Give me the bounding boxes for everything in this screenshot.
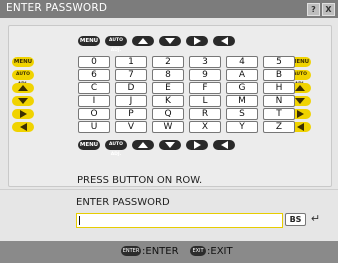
up-arrow-icon <box>138 37 148 44</box>
up-arrow-icon <box>138 141 148 148</box>
key-y[interactable]: Y <box>226 121 258 133</box>
help-button[interactable]: ? <box>307 3 320 16</box>
row-3-left-down[interactable] <box>12 96 34 106</box>
key-k[interactable]: K <box>152 95 184 107</box>
key-i[interactable]: I <box>78 95 110 107</box>
key-6[interactable]: 6 <box>78 69 110 81</box>
key-3[interactable]: 3 <box>189 56 221 68</box>
key-z[interactable]: Z <box>263 121 295 133</box>
key-a[interactable]: A <box>226 69 258 81</box>
left-arrow-icon <box>220 140 228 149</box>
title-bar: ENTER PASSWORD ? X <box>0 0 338 18</box>
key-s[interactable]: S <box>226 108 258 120</box>
key-j[interactable]: J <box>115 95 147 107</box>
down-arrow-icon <box>165 141 175 148</box>
exit-button-badge: EXIT <box>190 246 206 256</box>
right-arrow-icon <box>193 36 201 45</box>
key-x[interactable]: X <box>189 121 221 133</box>
right-arrow-icon <box>193 140 201 149</box>
key-9[interactable]: 9 <box>189 69 221 81</box>
right-button-top[interactable] <box>186 36 208 46</box>
row-5-left-left[interactable] <box>12 122 34 132</box>
enter-hint: :ENTER <box>142 246 179 257</box>
left-button-top[interactable] <box>213 36 235 46</box>
row-2-left-up[interactable] <box>12 83 34 93</box>
window-title: ENTER PASSWORD <box>6 2 108 14</box>
up-button-top[interactable] <box>132 36 154 46</box>
password-window: ENTER PASSWORD ? X MENU AUTO ADJ. MENU A… <box>0 0 338 263</box>
key-8[interactable]: 8 <box>152 69 184 81</box>
key-m[interactable]: M <box>226 95 258 107</box>
right-arrow-icon <box>19 109 27 118</box>
key-c[interactable]: C <box>78 82 110 94</box>
up-button-bottom[interactable] <box>132 140 154 150</box>
key-h[interactable]: H <box>263 82 295 94</box>
down-arrow-icon <box>295 97 305 104</box>
backspace-button[interactable]: BS <box>285 213 306 226</box>
right-arrow-icon <box>296 109 304 118</box>
key-d[interactable]: D <box>115 82 147 94</box>
down-button-top[interactable] <box>159 36 181 46</box>
row-4-left-right[interactable] <box>12 109 34 119</box>
autoadj-button-bottom[interactable]: AUTO ADJ. <box>105 140 127 157</box>
autoadj-button-top[interactable]: AUTO ADJ. <box>105 36 127 53</box>
up-arrow-icon <box>295 84 305 91</box>
key-t[interactable]: T <box>263 108 295 120</box>
key-5[interactable]: 5 <box>263 56 295 68</box>
down-arrow-icon <box>165 37 175 44</box>
password-input[interactable] <box>76 213 283 228</box>
key-e[interactable]: E <box>152 82 184 94</box>
instruction-message: PRESS BUTTON ON ROW. <box>77 175 203 186</box>
key-1[interactable]: 1 <box>115 56 147 68</box>
key-7[interactable]: 7 <box>115 69 147 81</box>
key-p[interactable]: P <box>115 108 147 120</box>
key-0[interactable]: 0 <box>78 56 110 68</box>
key-v[interactable]: V <box>115 121 147 133</box>
up-arrow-icon <box>18 84 28 91</box>
key-f[interactable]: F <box>189 82 221 94</box>
key-w[interactable]: W <box>152 121 184 133</box>
divider <box>0 189 338 190</box>
left-arrow-icon <box>220 36 228 45</box>
key-g[interactable]: G <box>226 82 258 94</box>
footer-bar: ENTER :ENTER EXIT :EXIT <box>0 241 338 263</box>
row-0-left-menu[interactable]: MENU <box>12 57 34 67</box>
exit-hint: :EXIT <box>207 246 233 257</box>
enter-button-badge: ENTER <box>121 246 141 256</box>
down-arrow-icon <box>18 97 28 104</box>
left-arrow-icon <box>296 122 304 131</box>
left-button-bottom[interactable] <box>213 140 235 150</box>
down-button-bottom[interactable] <box>159 140 181 150</box>
key-4[interactable]: 4 <box>226 56 258 68</box>
left-arrow-icon <box>19 122 27 131</box>
key-u[interactable]: U <box>78 121 110 133</box>
close-button[interactable]: X <box>322 3 335 16</box>
key-q[interactable]: Q <box>152 108 184 120</box>
row-1-left-autoadj[interactable]: AUTO ADJ. <box>12 70 34 87</box>
key-2[interactable]: 2 <box>152 56 184 68</box>
key-l[interactable]: L <box>189 95 221 107</box>
key-r[interactable]: R <box>189 108 221 120</box>
enter-return-icon[interactable]: ↵ <box>309 213 322 224</box>
menu-button-top[interactable]: MENU <box>78 36 100 46</box>
menu-button-bottom[interactable]: MENU <box>78 140 100 150</box>
key-o[interactable]: O <box>78 108 110 120</box>
keypad-panel: MENU AUTO ADJ. MENU AUTO ADJ. MENU AUTO … <box>8 25 332 187</box>
key-n[interactable]: N <box>263 95 295 107</box>
text-cursor <box>79 216 80 225</box>
right-button-bottom[interactable] <box>186 140 208 150</box>
password-label: ENTER PASSWORD <box>76 197 170 208</box>
key-b[interactable]: B <box>263 69 295 81</box>
